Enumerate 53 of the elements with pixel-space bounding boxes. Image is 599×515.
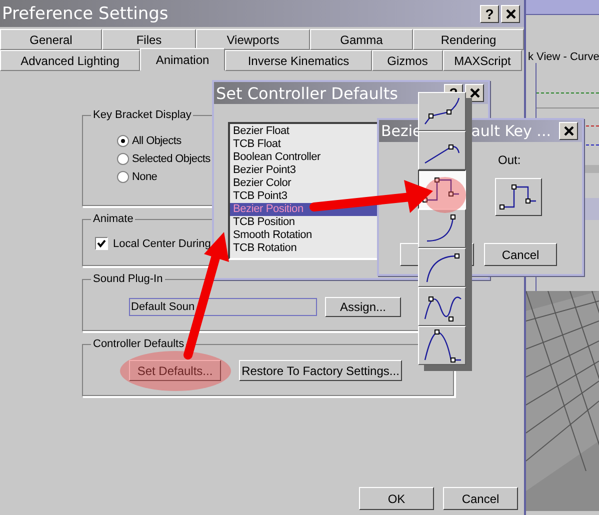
tab[interactable]: General [0,29,102,50]
out-tangent-button[interactable] [495,178,542,216]
radio-button[interactable] [117,171,129,183]
dialog-button[interactable]: Restore To Factory Settings... [239,360,402,381]
option-label: Selected Objects [132,153,210,165]
dialog-button[interactable]: Cancel [443,487,518,510]
group-title: Key Bracket Display [91,109,194,121]
list-item[interactable]: Smooth Rotation [230,229,378,242]
list-item[interactable]: Bezier Point3 [230,164,378,177]
list-item[interactable]: Bezier Color [230,177,378,190]
tab[interactable]: MAXScript [443,50,522,71]
list-item[interactable]: TCB Float [230,138,378,151]
tab[interactable]: Rendering [413,29,524,50]
close-button[interactable] [559,122,578,140]
option-label: Local Center During [113,238,211,250]
option-label: All Objects [132,135,182,147]
tab[interactable]: Advanced Lighting [0,50,140,71]
controller-list[interactable]: Bezier Float TCB Float Boolean Controller Bezier Point3 Bezier Color TCB Point3 Bezier Position TCB Position Smooth Rotation TCB Rotation [228,122,380,260]
list-item[interactable]: Bezier Float [230,125,378,138]
sound-field[interactable]: Default Soun [129,298,317,316]
tab[interactable]: Viewports [196,29,310,50]
radio-button[interactable] [117,135,129,147]
close-icon [470,88,480,98]
checkbox[interactable] [95,237,108,250]
tab[interactable]: Files [102,29,196,50]
dialog-button[interactable]: Set Defaults... [129,360,221,381]
group-title: Controller Defaults [91,338,186,350]
close-button[interactable] [465,84,484,102]
dialog-title: ault Key ... [471,122,551,140]
tab[interactable]: Inverse Kinematics [225,50,372,71]
tab[interactable]: Gizmos [372,50,443,71]
group-title: Sound Plug-In [91,273,165,285]
assign-button[interactable]: Assign... [325,297,401,317]
tab[interactable]: Gamma [310,29,413,50]
cancel-button[interactable]: Cancel [484,243,557,266]
group-title: Animate [91,213,136,225]
help-button[interactable]: ? [480,4,499,22]
tab[interactable]: Animation [140,48,225,71]
option-label: None [132,171,158,183]
close-button[interactable] [501,4,520,22]
list-item[interactable]: TCB Position [230,216,378,229]
tangent-button[interactable] [418,170,466,209]
window-title: k View - Curve [527,50,599,63]
dialog-title: Set Controller Defaults [216,84,398,102]
dialog-button[interactable]: OK [359,487,434,510]
window-title: Preference Settings [2,4,168,24]
list-item[interactable]: Boolean Controller [230,151,378,164]
list-item[interactable]: TCB Rotation [230,242,378,255]
close-icon [506,8,516,18]
highlight-marker [424,177,466,213]
close-icon [564,126,574,136]
radio-button[interactable] [117,153,129,165]
out-label: Out: [498,153,521,167]
